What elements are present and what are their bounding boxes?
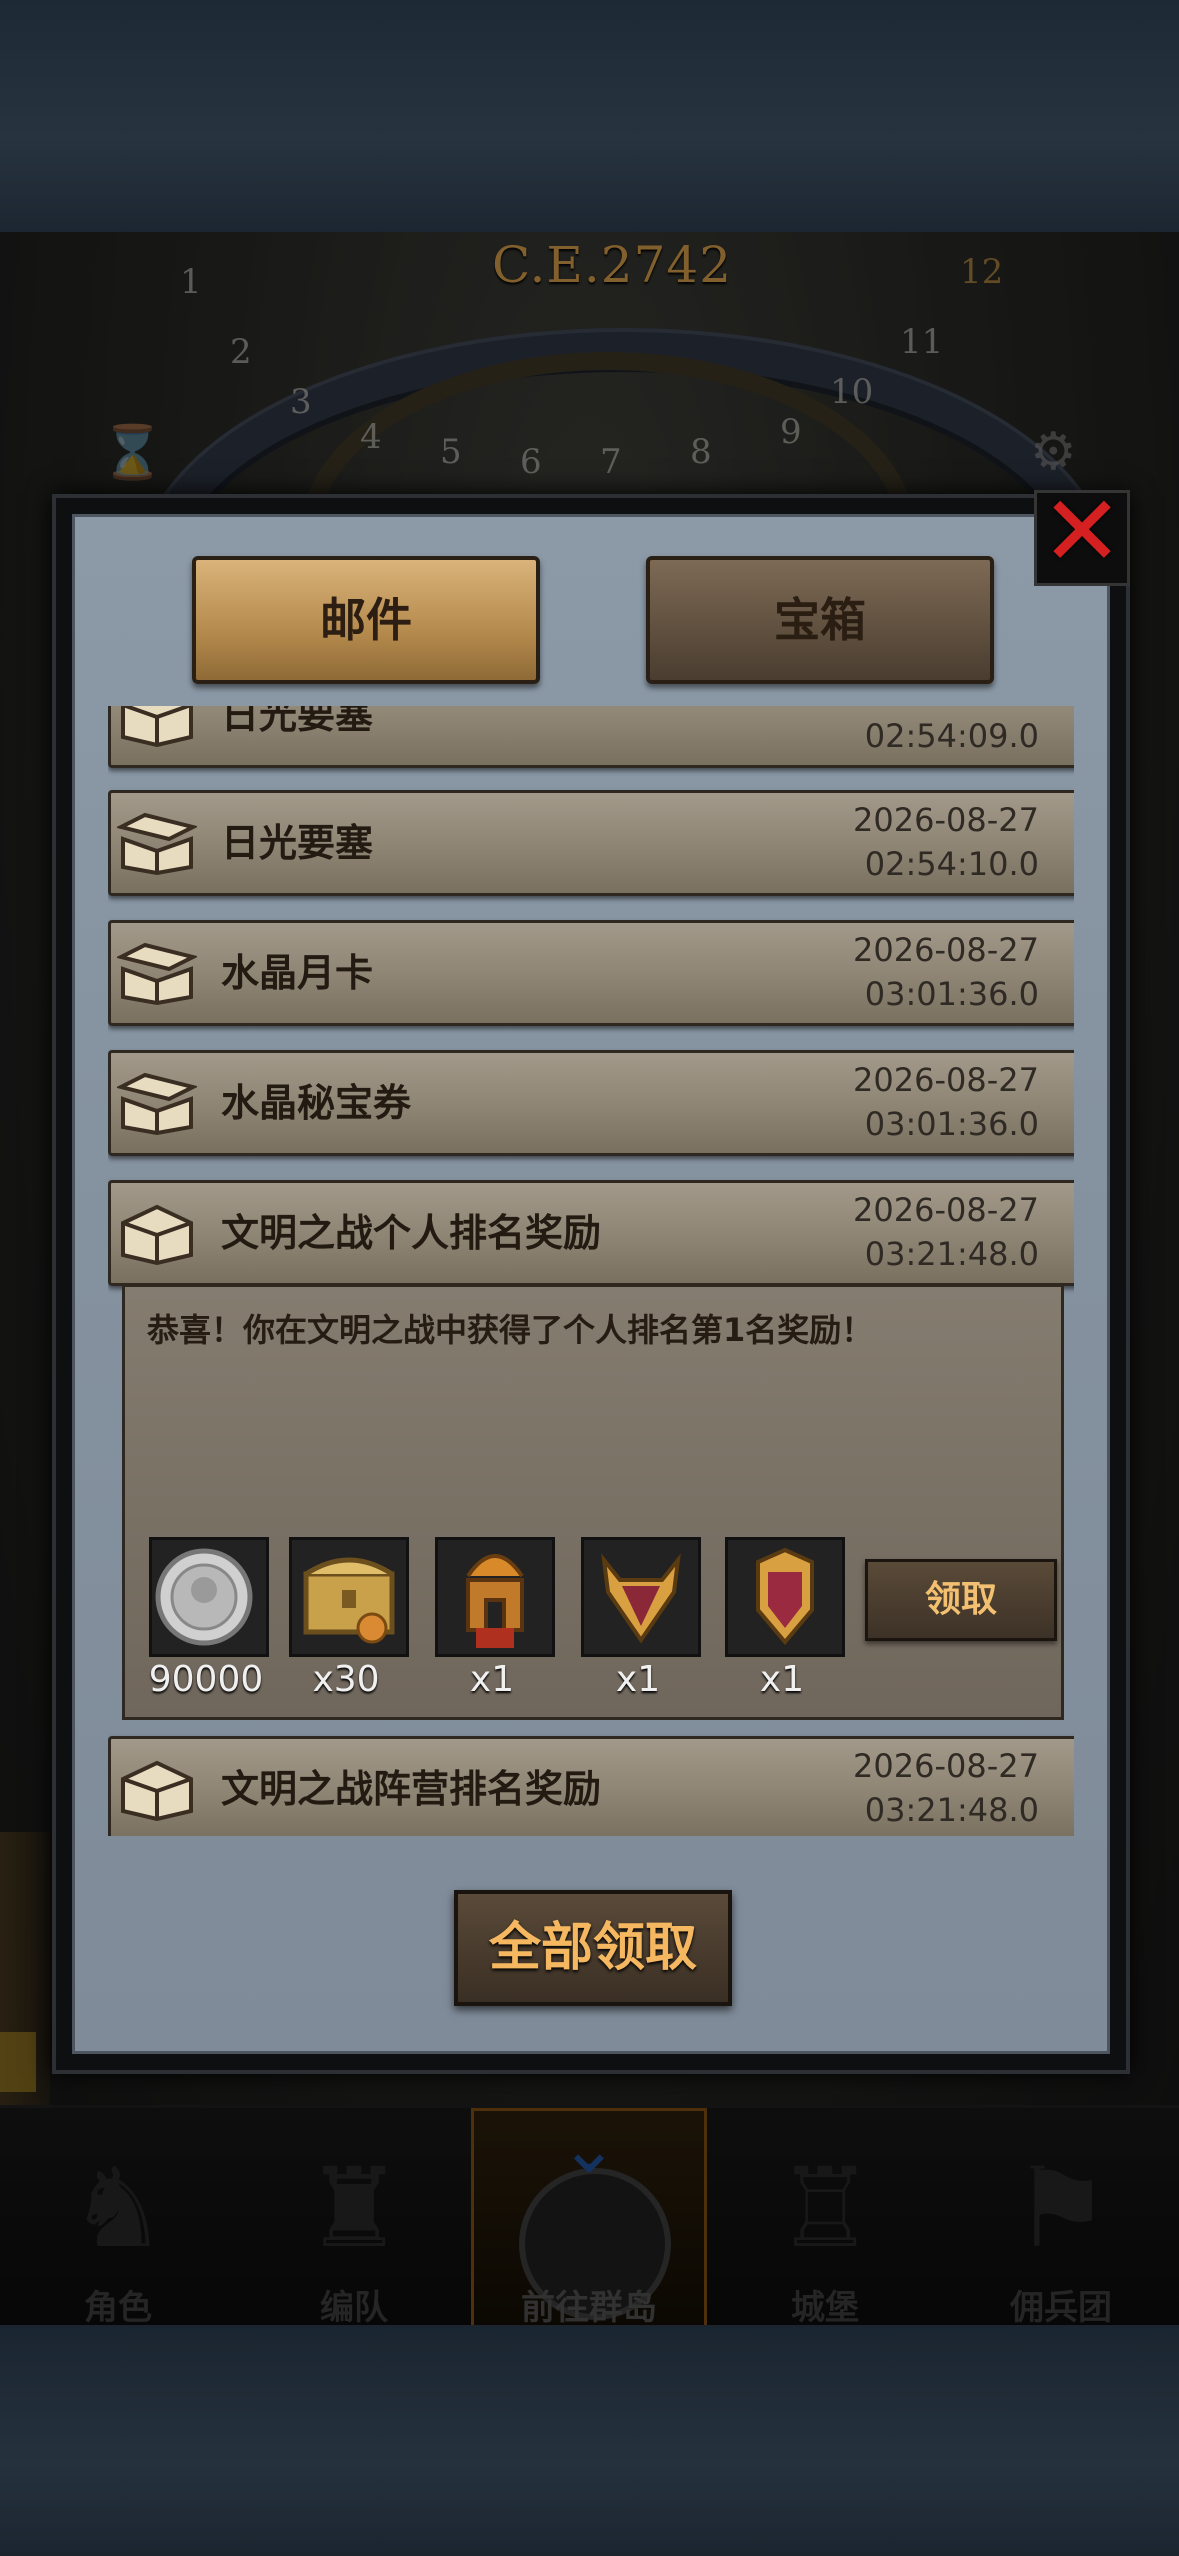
mail-title: 文明之战个人排名奖励 [221,1211,602,1255]
mail-title: 日光要塞 [221,706,374,737]
mail-title: 日光要塞 [221,821,374,865]
mail-date: 2026-08-27 [853,801,1039,839]
reward-slot[interactable] [149,1537,269,1657]
mail-time: 03:21:48.0 [864,1791,1039,1829]
mail-item[interactable]: 日光要塞 2026-08-27 02:54:10.0 [108,790,1074,896]
reward-count: x1 [469,1659,515,1700]
chest-icon [121,706,193,747]
banner-shield-icon [756,1547,814,1646]
mail-date: 2026-08-27 [853,931,1039,969]
claim-all-label: 全部领取 [488,1918,697,1978]
tab-chest-label: 宝箱 [774,593,866,647]
top-backdrop [0,0,1179,232]
mail-list[interactable]: 日光要塞 02:54:09.0 日光要塞 2026-08-27 02:54:10… [108,706,1074,1836]
mail-detail: 恭喜！你在文明之战中获得了个人排名第1名奖励！ 90000 x30 x1 x1 … [122,1284,1064,1720]
tab-chest[interactable]: 宝箱 [646,556,994,684]
chest-icon [121,1760,193,1821]
claim-button-label: 领取 [924,1579,997,1620]
claim-button[interactable]: 领取 [865,1559,1057,1641]
reward-slot[interactable] [725,1537,845,1657]
chest-icon [121,1204,193,1265]
reward-slot[interactable] [581,1537,701,1657]
mail-title: 文明之战阵营排名奖励 [221,1767,602,1811]
open-chest-icon [117,812,197,875]
open-chest-icon [117,1072,197,1135]
open-chest-icon [117,942,197,1005]
mail-date: 2026-08-27 [853,1747,1039,1785]
tab-mail[interactable]: 邮件 [192,556,540,684]
claim-all-button[interactable]: 全部领取 [454,1890,732,2006]
reward-count: x1 [615,1659,661,1700]
horned-shield-icon [601,1553,681,1644]
bottom-backdrop [0,2325,1179,2556]
mail-item[interactable]: 水晶秘宝券 2026-08-27 03:01:36.0 [108,1050,1074,1156]
mail-title: 水晶月卡 [221,951,374,995]
reward-slot[interactable] [289,1537,409,1657]
reward-count: x1 [759,1659,805,1700]
tab-mail-label: 邮件 [320,593,412,647]
reward-count: x30 [312,1659,380,1700]
close-icon: ✕ [1040,475,1124,589]
mail-time: 02:54:09.0 [864,717,1039,755]
spartan-helmet-icon [466,1554,524,1648]
mail-date: 2026-08-27 [853,1061,1039,1099]
mail-message: 恭喜！你在文明之战中获得了个人排名第1名奖励！ [147,1311,874,1349]
mail-item[interactable]: 水晶月卡 2026-08-27 03:01:36.0 [108,920,1074,1026]
mail-time: 02:54:10.0 [864,845,1039,883]
mail-item[interactable]: 文明之战阵营排名奖励 2026-08-27 03:21:48.0 [108,1736,1074,1836]
mail-title: 水晶秘宝券 [221,1081,412,1125]
mail-time: 03:21:48.0 [864,1235,1039,1273]
mail-time: 03:01:36.0 [864,1105,1039,1143]
reward-count: 90000 [148,1659,264,1700]
mail-date: 2026-08-27 [853,1191,1039,1229]
silver-coin-icon [155,1548,253,1646]
mail-item[interactable]: 日光要塞 02:54:09.0 [108,706,1074,768]
mail-item-expanded[interactable]: 文明之战个人排名奖励 2026-08-27 03:21:48.0 [108,1180,1074,1286]
treasure-chest-icon [303,1557,395,1644]
reward-slot[interactable] [435,1537,555,1657]
close-button[interactable]: ✕ [1034,475,1130,589]
mail-time: 03:01:36.0 [864,975,1039,1013]
